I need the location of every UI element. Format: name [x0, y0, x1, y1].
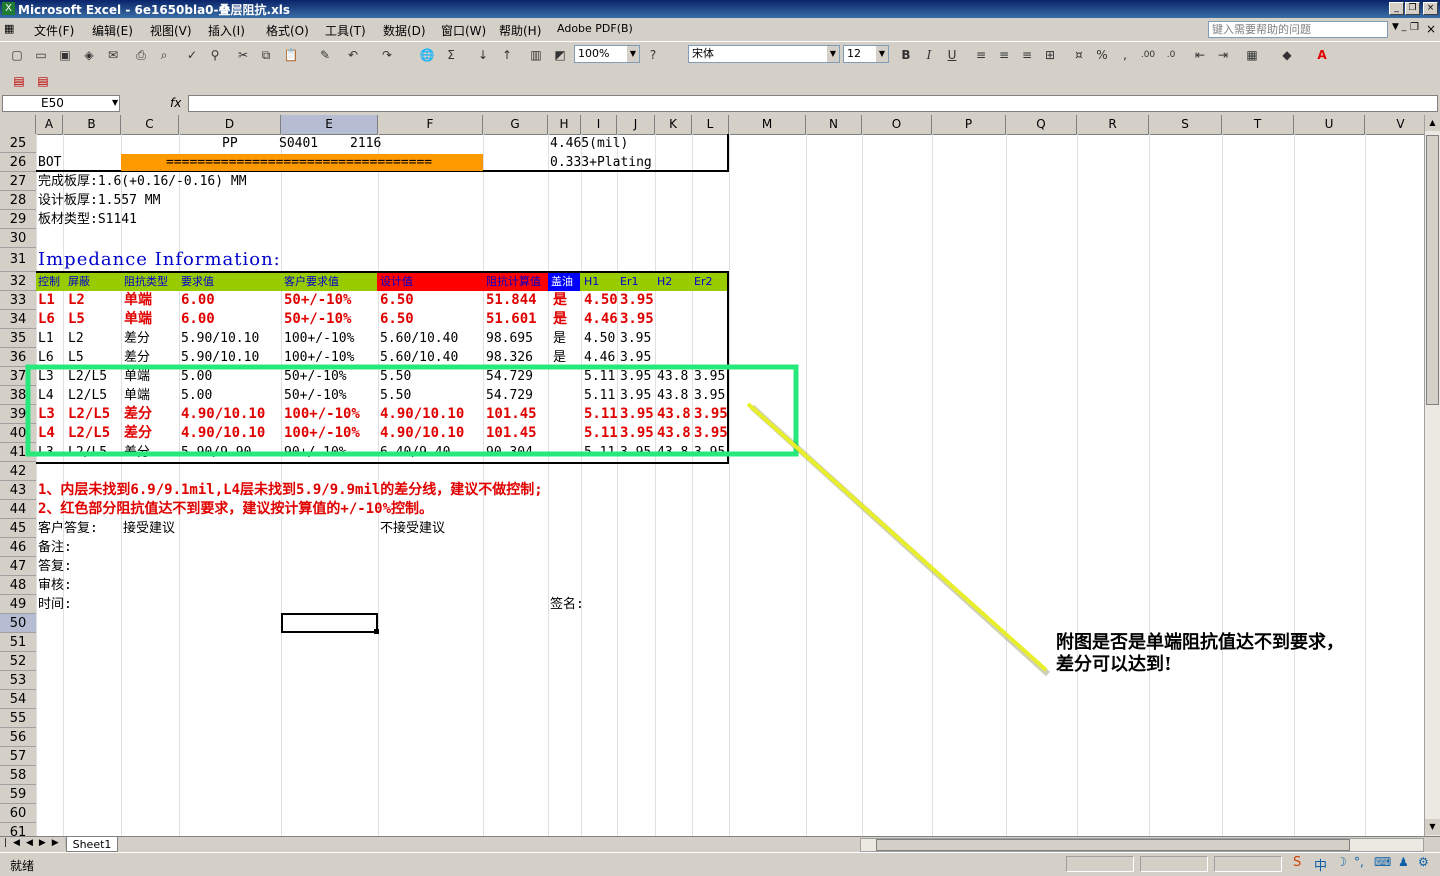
annotation-text: 附图是否是单端阻抗值达不到要求，差分可以达到! [1056, 632, 1344, 675]
annotation-layer [25, 364, 1051, 677]
highlight-box [25, 364, 799, 457]
annotation-arrow [746, 402, 1048, 672]
